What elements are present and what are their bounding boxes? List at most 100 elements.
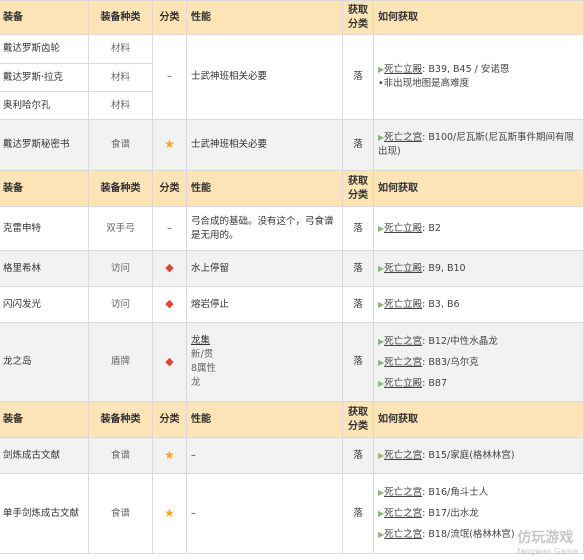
equip-name: 剑炼成古文献	[0, 437, 89, 474]
table-row: 克雷申特 双手弓 – 弓合成的基础。没有这个，弓食谱 是无用的。 落 ▶死亡立殿:…	[0, 206, 584, 251]
equip-get: 落	[342, 286, 374, 323]
source-link[interactable]: 死亡之宫	[384, 132, 422, 143]
equip-perf: 弓合成的基础。没有这个，弓食谱 是无用的。	[186, 206, 343, 251]
header-get-1: 获取	[348, 175, 368, 187]
source-line: ▶死亡之宫: B17/出水龙	[378, 503, 579, 524]
source-line: ▶死亡之宫: B16/角斗士人	[378, 482, 579, 503]
equip-type: 盾牌	[88, 322, 153, 402]
header-type: 装备种类	[88, 401, 153, 438]
star-icon: ★	[164, 137, 175, 151]
source-detail: : B2	[422, 222, 441, 234]
equip-type: 食谱	[88, 437, 153, 474]
equip-type: 材料	[88, 63, 153, 92]
source-link[interactable]: 死亡之宫	[384, 529, 422, 540]
source-link[interactable]: 死亡立殿	[384, 64, 422, 75]
equip-source: ▶死亡立殿: B9, B10	[373, 250, 584, 287]
equip-type: 材料	[88, 34, 153, 64]
source-link[interactable]: 死亡立殿	[384, 223, 422, 234]
source-line: ▶死亡之宫: B100/尼瓦斯(尼瓦斯事件期间有限	[378, 131, 579, 145]
header-equip: 装备	[0, 401, 89, 438]
equip-get: 落	[342, 34, 374, 120]
equip-cat: ★	[152, 473, 187, 554]
table-header-row: 装备 装备种类 分类 性能 获取 分类 如何获取	[0, 401, 584, 438]
source-detail: : B100/尼瓦斯(尼瓦斯事件期间有限	[422, 132, 574, 143]
equip-source: ▶死亡立殿: B39, B45 / 安诺恩 •非出现地图是高难度	[373, 34, 584, 120]
table-row: 格里希林 访问 ◆ 水上停留 落 ▶死亡立殿: B9, B10	[0, 250, 584, 287]
equip-cat: ◆	[152, 250, 187, 287]
source-detail: : B9, B10	[422, 262, 466, 274]
equip-type: 访问	[88, 286, 153, 323]
equip-perf: –	[186, 437, 343, 474]
source-link[interactable]: 死亡立殿	[384, 299, 422, 310]
equip-name: 单手剑炼成古文献	[0, 473, 89, 554]
header-type: 装备种类	[88, 170, 153, 207]
header-get-2: 分类	[348, 189, 368, 201]
table-row: 戴达罗斯秘密书 食谱 ★ 士武神班相关必要 落 ▶死亡之宫: B100/尼瓦斯(…	[0, 119, 584, 171]
equip-source: ▶死亡之宫: B100/尼瓦斯(尼瓦斯事件期间有限 出现)	[373, 119, 584, 171]
header-how: 如何获取	[373, 0, 584, 35]
equip-perf: 士武神班相关必要	[186, 119, 343, 171]
equip-name: 戴达罗斯·拉克	[0, 63, 89, 92]
diamond-icon: ◆	[165, 354, 174, 368]
equip-name: 闪闪发光	[0, 286, 89, 323]
header-cat: 分类	[152, 401, 187, 438]
source-link[interactable]: 死亡之宫	[384, 487, 422, 498]
equip-get: 落	[342, 206, 374, 251]
header-cat: 分类	[152, 0, 187, 35]
perf-line: 新/贯	[191, 349, 214, 360]
header-equip: 装备	[0, 170, 89, 207]
source-line: ▶死亡立殿: B87	[378, 373, 579, 394]
header-get-2: 分类	[348, 420, 368, 432]
equip-cat: ★	[152, 119, 187, 171]
source-link[interactable]: 死亡之宫	[384, 508, 422, 519]
equip-perf: 龙集 新/贯 8属性 龙	[186, 322, 343, 402]
source-detail: : B16/角斗士人	[422, 487, 489, 498]
table-row: 戴达罗斯齿轮 材料 – 士武神班相关必要 落 ▶死亡立殿: B39, B45 /…	[0, 34, 584, 120]
perf-line: 是无用的。	[191, 229, 239, 241]
header-cat: 分类	[152, 170, 187, 207]
header-get: 获取 分类	[342, 0, 374, 35]
source-link[interactable]: 死亡之宫	[384, 357, 422, 368]
equip-cat: –	[152, 34, 187, 120]
table-row: 龙之岛 盾牌 ◆ 龙集 新/贯 8属性 龙 落 ▶死亡之宫: B12/中性水晶龙…	[0, 322, 584, 402]
source-link[interactable]: 死亡立殿	[384, 378, 422, 389]
equip-source: ▶死亡之宫: B16/角斗士人 ▶死亡之宫: B17/出水龙 ▶死亡之宫: B1…	[373, 473, 584, 554]
table-row: 闪闪发光 访问 ◆ 熔岩停止 落 ▶死亡立殿: B3, B6	[0, 286, 584, 323]
equip-type: 食谱	[88, 473, 153, 554]
header-get-1: 获取	[348, 4, 368, 16]
equip-type: 食谱	[88, 119, 153, 171]
equip-perf: 熔岩停止	[186, 286, 343, 323]
source-detail: : B3, B6	[422, 298, 460, 310]
header-get-1: 获取	[348, 406, 368, 418]
source-detail: : B87	[422, 377, 447, 389]
equip-name: 奥利哈尔孔	[0, 91, 89, 120]
perf-line: 龙集	[191, 335, 211, 346]
page: 装备 装备种类 分类 性能 获取 分类 如何获取 戴达罗斯齿轮 材料 – 士武神班…	[0, 0, 584, 560]
equip-get: 落	[342, 250, 374, 287]
source-link[interactable]: 死亡立殿	[384, 263, 422, 274]
equip-source: ▶死亡立殿: B3, B6	[373, 286, 584, 323]
star-icon: ★	[164, 447, 175, 462]
header-perf: 性能	[186, 0, 343, 35]
equip-name: 戴达罗斯齿轮	[0, 34, 89, 64]
equip-cat: ◆	[152, 322, 187, 402]
equip-cat: –	[152, 206, 187, 251]
equip-name: 戴达罗斯秘密书	[0, 119, 89, 171]
equip-type: 材料	[88, 91, 153, 120]
source-link[interactable]: 死亡之宫	[384, 450, 422, 461]
table-header-row: 装备 装备种类 分类 性能 获取 分类 如何获取	[0, 0, 584, 35]
equip-cat: ◆	[152, 286, 187, 323]
perf-line: 8属性	[191, 363, 217, 374]
equip-get: 落	[342, 119, 374, 171]
equip-name: 格里希林	[0, 250, 89, 287]
table-row: 单手剑炼成古文献 食谱 ★ – 落 ▶死亡之宫: B16/角斗士人 ▶死亡之宫:…	[0, 473, 584, 554]
source-line: ▶死亡之宫: B12/中性水晶龙	[378, 331, 579, 352]
header-equip: 装备	[0, 0, 89, 35]
equip-source: ▶死亡立殿: B2	[373, 206, 584, 251]
source-link[interactable]: 死亡之宫	[384, 336, 422, 347]
header-type: 装备种类	[88, 0, 153, 35]
equip-perf: 士武神班相关必要	[186, 34, 343, 120]
diamond-icon: ◆	[165, 261, 174, 274]
header-get-2: 分类	[348, 18, 368, 30]
source-line: ▶死亡之宫: B18/流氓(格林林宫)	[378, 524, 579, 545]
